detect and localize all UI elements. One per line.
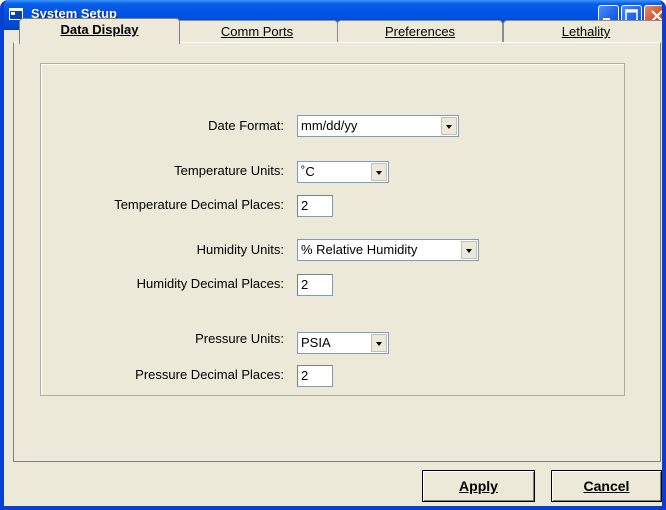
system-setup-window: System Setup Preferences Lethality Comm … (0, 0, 666, 510)
humidity-units-label: Humidity Units: (196, 242, 284, 257)
chevron-down-icon[interactable] (461, 241, 477, 259)
date-format-label: Date Format: (208, 118, 284, 133)
tab-comm-ports[interactable]: Comm Ports (176, 20, 338, 42)
cancel-button[interactable]: Cancel (551, 470, 662, 502)
humidity-decimal-places-input[interactable]: 2 (297, 274, 333, 296)
pressure-decimal-places-input[interactable]: 2 (297, 365, 333, 387)
pressure-units-label: Pressure Units: (195, 331, 284, 346)
chevron-down-icon[interactable] (441, 117, 457, 135)
temperature-decimal-places-input[interactable]: 2 (297, 195, 333, 217)
tab-preferences[interactable]: Preferences (337, 20, 503, 42)
temperature-units-select[interactable]: ˚C (297, 161, 389, 183)
temperature-decimal-places-label: Temperature Decimal Places: (114, 197, 284, 212)
humidity-units-select[interactable]: % Relative Humidity (297, 239, 479, 261)
apply-button[interactable]: Apply (422, 470, 535, 502)
humidity-decimal-places-label: Humidity Decimal Places: (136, 276, 284, 291)
pressure-units-select[interactable]: PSIA (297, 332, 389, 354)
tab-data-display[interactable]: Data Display (19, 18, 180, 44)
temperature-units-label: Temperature Units: (174, 163, 284, 178)
pressure-decimal-places-label: Pressure Decimal Places: (135, 367, 284, 382)
date-format-select[interactable]: mm/dd/yy (297, 115, 459, 137)
chevron-down-icon[interactable] (371, 334, 387, 352)
chevron-down-icon[interactable] (371, 163, 387, 181)
tab-lethality[interactable]: Lethality (503, 20, 662, 42)
